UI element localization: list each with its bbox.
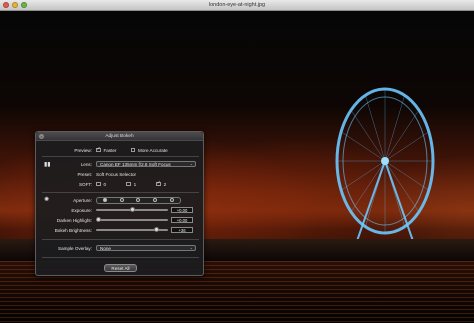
divider [42,257,199,258]
window-titlebar[interactable]: london-eye-at-night.jpg [0,0,474,11]
darken-slider[interactable] [96,217,168,222]
overlay-select-wrap: None ⌄ [96,245,196,251]
preview-accurate-label: More Accurate [138,147,168,153]
aperture-label: Aperture: [73,197,92,203]
soft-1-label: 1 [133,181,137,187]
aperture-shape-option[interactable] [119,198,124,202]
overlay-row: Sample Overlay: None ⌄ [36,244,205,252]
zoom-window-button[interactable] [21,2,27,8]
reset-all-button[interactable]: Reset All [104,264,137,272]
preview-row: Preview: Faster More Accurate [36,146,205,154]
preset-value: Soft Focus Selector [96,171,137,177]
darken-label: Darken Highlight: [56,217,92,223]
aperture-shape-option[interactable] [103,198,108,202]
panel-title: Adjust Bokeh [105,133,134,139]
aperture-shape-option[interactable] [153,198,158,202]
soft-2-checkbox[interactable] [156,180,161,187]
darken-slider-knob[interactable] [96,217,101,222]
soft-0-label: 0 [103,181,107,187]
exposure-slider[interactable] [96,207,168,212]
divider [42,192,199,193]
minimize-window-button[interactable] [12,2,18,8]
preset-row: Preset: Soft Focus Selector [36,170,205,178]
aperture-shape-selector[interactable] [96,196,181,204]
soft-options: 0 1 2 [96,180,167,187]
window-title: london-eye-at-night.jpg [208,2,266,8]
exposure-slider-knob[interactable] [129,207,135,212]
overlay-value: None [100,245,111,251]
preview-accurate-checkbox[interactable] [130,147,136,153]
lens-select[interactable]: Canon EF 135mm f/2.8 Soft Focus ⌄ [96,161,196,167]
divider [42,239,199,240]
preview-label: Preview: [74,147,92,153]
panel-titlebar[interactable]: × Adjust Bokeh [36,132,203,141]
close-icon[interactable]: × [39,134,44,139]
aperture-row: Aperture: [36,196,205,204]
brightness-label: Bokeh Brightness: [54,227,92,233]
preview-faster-checkbox[interactable] [96,146,101,153]
chevron-down-icon: ⌄ [189,245,193,250]
soft-0-checkbox[interactable] [96,181,101,187]
soft-2-label: 2 [163,181,167,187]
brightness-value-field[interactable]: +36 [171,227,193,233]
soft-label: SOFT: [78,181,92,187]
exposure-label: Exposure: [71,207,92,213]
darken-value-field[interactable]: +0.00 [171,217,193,223]
preview-options: Faster More Accurate [96,146,168,153]
aperture-shape-option[interactable] [136,198,141,202]
exposure-value-field[interactable]: +0.00 [171,207,193,213]
adjust-bokeh-panel[interactable]: × Adjust Bokeh Preview: Faster More Accu… [35,131,204,276]
brightness-slider-knob[interactable] [153,227,159,232]
aperture-shape-option[interactable] [169,198,174,202]
preset-label: Preset: [77,171,92,177]
lens-value: Canon EF 135mm f/2.8 Soft Focus [100,161,171,167]
preview-faster-label: Faster [103,147,117,153]
lens-label: Lens: [80,161,92,167]
lens-select-wrap: Canon EF 135mm f/2.8 Soft Focus ⌄ [96,161,196,167]
overlay-select[interactable]: None ⌄ [96,245,196,251]
soft-1-checkbox[interactable] [126,181,131,187]
close-window-button[interactable] [3,2,9,8]
overlay-label: Sample Overlay: [58,245,92,251]
brightness-slider[interactable] [96,227,168,232]
divider [42,156,199,157]
chevron-down-icon: ⌄ [189,161,193,166]
window-controls [3,2,27,8]
lens-row: Lens: Canon EF 135mm f/2.8 Soft Focus ⌄ [36,160,205,168]
soft-row: SOFT: 0 1 2 [36,180,205,188]
